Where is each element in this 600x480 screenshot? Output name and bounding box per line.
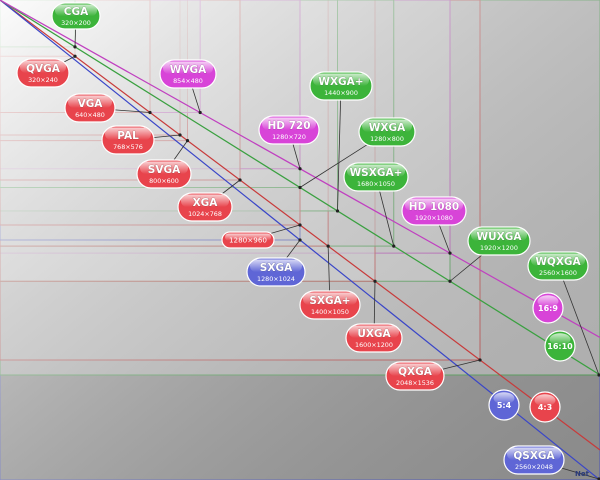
resolution-name-svga: SVGA xyxy=(148,164,181,176)
resolution-label-wxga: WXGA1280×800 xyxy=(358,117,416,147)
ratio-label-r4x3: 4:3 xyxy=(538,403,552,412)
corner-dot-xga xyxy=(238,178,242,182)
resolution-label-wsxgaplus: WSXGA+1680×1050 xyxy=(343,162,409,192)
resolution-dims-svga: 800×600 xyxy=(149,177,179,185)
resolution-label-qvga: QVGA320×240 xyxy=(16,58,70,88)
corner-dot-sxga xyxy=(298,238,302,242)
ratio-badge-r16x10: 16:10 xyxy=(544,330,576,362)
resolution-label-sxga: SXGA1280×1024 xyxy=(246,257,306,287)
resolution-dims-wsxgaplus: 1680×1050 xyxy=(357,180,395,188)
resolution-name-qsxga: QSXGA xyxy=(513,450,555,462)
resolution-label-uxga: UXGA1600×1200 xyxy=(345,323,403,353)
resolution-label-pal: PAL768×576 xyxy=(101,125,155,155)
corner-dot-sxgaplus xyxy=(326,244,330,248)
resolution-name-vga: VGA xyxy=(78,98,104,110)
resolution-name-wuxga: WUXGA xyxy=(477,231,523,243)
corner-dot-wsxgaplus xyxy=(392,244,396,248)
resolution-label-hd720: HD 7201280×720 xyxy=(258,115,320,145)
resolution-name-hd720: HD 720 xyxy=(267,120,310,132)
resolution-label-wvga: WVGA854×480 xyxy=(159,59,217,89)
resolution-label-sxgaplus: SXGA+1400×1050 xyxy=(299,290,361,320)
resolution-name-wqxga: WQXGA xyxy=(535,256,581,268)
resolution-dims-hd1080: 1920×1080 xyxy=(415,214,453,222)
corner-dot-wvga xyxy=(198,110,202,115)
resolution-name-sxga: SXGA xyxy=(260,262,293,274)
corner-dot-qvga xyxy=(73,54,77,58)
corner-dot-r1280x960 xyxy=(298,223,302,227)
diagram-canvas: CGA320×200 QVGA320×240 WVGA854×480 VGA640×4… xyxy=(0,0,600,480)
resolution-dims-qsxga: 2560×2048 xyxy=(515,463,553,471)
resolution-name-sxgaplus: SXGA+ xyxy=(309,295,350,307)
resolution-dims-sxga: 1280×1024 xyxy=(257,275,295,283)
resolution-label-r1280x960: 1280×960 xyxy=(221,231,275,249)
ratio-badge-r4x3: 4:3 xyxy=(529,391,561,423)
resolution-label-cga: CGA320×200 xyxy=(51,2,101,30)
corner-dot-wuxga xyxy=(448,279,452,283)
resolution-name-xga: XGA xyxy=(193,197,219,209)
corner-dot-hd720 xyxy=(298,167,302,171)
resolution-name-wxga: WXGA xyxy=(369,122,406,134)
corner-dot-vga xyxy=(148,110,152,115)
resolution-dims-hd720: 1280×720 xyxy=(272,133,306,141)
resolution-name-qvga: QVGA xyxy=(26,63,61,75)
resolution-dims-wvga: 854×480 xyxy=(173,77,203,85)
resolution-label-svga: SVGA800×600 xyxy=(136,159,192,189)
corner-dot-pal xyxy=(178,133,182,137)
resolution-name-qxga: QXGA xyxy=(398,366,433,378)
resolution-dims-wuxga: 1920×1200 xyxy=(480,244,518,252)
resolution-name-wsxgaplus: WSXGA+ xyxy=(350,167,403,179)
resolution-label-xga: XGA1024×768 xyxy=(177,192,233,222)
corner-dot-qxga xyxy=(478,358,482,362)
corner-dot-cga xyxy=(73,45,77,49)
resolution-dims-wqxga: 2560×1600 xyxy=(539,269,577,277)
resolution-name-uxga: UXGA xyxy=(357,328,391,340)
resolution-dims-uxga: 1600×1200 xyxy=(355,341,393,349)
watermark: Net xyxy=(575,470,590,478)
resolution-name-pal: PAL xyxy=(117,130,139,142)
resolution-label-qxga: QXGA2048×1536 xyxy=(385,361,445,391)
corner-dot-hd1080 xyxy=(448,251,452,255)
resolution-dims-sxgaplus: 1400×1050 xyxy=(311,308,349,316)
ratio-badge-r5x4: 5:4 xyxy=(488,389,520,421)
resolution-dims-qxga: 2048×1536 xyxy=(396,379,434,387)
corner-dot-uxga xyxy=(373,279,377,283)
resolution-diagram: CGA 320×200 QVGA 320×240 WVGA 854×480 VGA 640×4… xyxy=(0,0,600,480)
resolution-dims-qvga: 320×240 xyxy=(28,76,58,84)
resolution-label-wqxga: WQXGA2560×1600 xyxy=(527,251,589,281)
resolution-label-wuxga: WUXGA1920×1200 xyxy=(467,226,531,256)
resolution-dims-wxga: 1280×800 xyxy=(370,135,404,143)
resolution-name-hd1080: HD 1080 xyxy=(409,201,459,213)
ratio-label-r16x10: 16:10 xyxy=(547,342,573,351)
resolution-dims-xga: 1024×768 xyxy=(188,210,222,218)
resolution-dims-wxgaplus: 1440×900 xyxy=(324,89,358,97)
resolution-name-cga: CGA xyxy=(64,6,89,18)
ratio-label-r16x9: 16:9 xyxy=(538,304,558,313)
resolution-name-wvga: WVGA xyxy=(170,64,207,76)
resolution-name-wxgaplus: WXGA+ xyxy=(318,76,363,88)
corner-dot-wxga xyxy=(298,185,302,190)
resolution-dims-cga: 320×200 xyxy=(61,19,91,27)
resolution-label-wxgaplus: WXGA+1440×900 xyxy=(309,71,373,101)
corner-dot-svga xyxy=(185,139,190,143)
resolution-label-qsxga: QSXGA2560×2048 xyxy=(503,445,565,475)
resolution-label-vga: VGA640×480 xyxy=(64,93,116,123)
ratio-badge-r16x9: 16:9 xyxy=(532,292,564,324)
resolution-dims-vga: 640×480 xyxy=(75,111,105,119)
resolution-dims-pal: 768×576 xyxy=(113,143,143,151)
ratio-label-r5x4: 5:4 xyxy=(497,401,512,410)
resolution-label-hd1080: HD 10801920×1080 xyxy=(401,196,467,226)
resolution-name-r1280x960: 1280×960 xyxy=(229,236,267,245)
corner-dot-wxgaplus xyxy=(335,209,340,213)
